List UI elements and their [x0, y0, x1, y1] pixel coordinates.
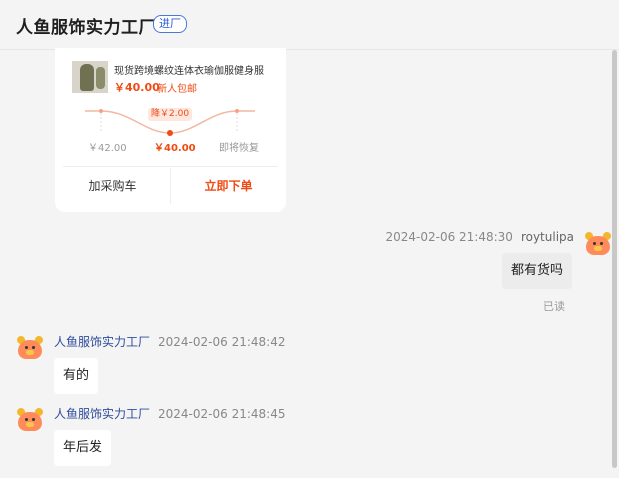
message-meta: 人鱼服饰实力工厂 2024-02-06 21:48:42 [54, 333, 285, 350]
message-time: 2024-02-06 21:48:42 [158, 335, 286, 349]
price-drop-badge: 降￥2.00 [148, 108, 193, 121]
price-point-before [99, 109, 103, 113]
product-price: ￥40.00 [114, 81, 160, 94]
price-point-after [235, 109, 239, 113]
message-time: 2024-02-06 21:48:30 [385, 230, 513, 244]
message-bubble[interactable]: 有的 [54, 358, 99, 394]
message-time: 2024-02-06 21:48:45 [158, 407, 286, 421]
shop-name: 人鱼服饰实力工厂 [16, 18, 156, 38]
message-meta: 2024-02-06 21:48:30 roytulipa [385, 230, 574, 244]
message-bubble[interactable]: 都有货吗 [502, 253, 573, 289]
enter-factory-badge[interactable]: 进厂 [153, 15, 187, 33]
message-meta: 人鱼服饰实力工厂 2024-02-06 21:48:45 [54, 405, 285, 422]
chat-header: 人鱼服饰实力工厂 进厂 [0, 0, 619, 50]
message-bubble[interactable]: 年后发 [54, 430, 112, 466]
sender-name[interactable]: 人鱼服饰实力工厂 [54, 335, 150, 349]
buy-now-button[interactable]: 立即下单 [171, 168, 286, 204]
product-title[interactable]: 现货跨境螺纹连体衣瑜伽服健身服 [114, 62, 274, 77]
sender-name[interactable]: 人鱼服饰实力工厂 [54, 407, 150, 421]
read-status: 已读 [543, 300, 565, 313]
card-divider [63, 166, 278, 167]
free-shipping-tag: 新人包邮 [157, 84, 197, 95]
shop-avatar[interactable] [15, 333, 45, 361]
add-to-cart-button[interactable]: 加采购车 [55, 168, 170, 204]
shop-avatar[interactable] [15, 405, 45, 433]
user-avatar[interactable] [583, 229, 613, 257]
price-label-after: 即将恢复 [219, 143, 259, 154]
price-label-before: ￥42.00 [88, 143, 127, 154]
sender-name: roytulipa [520, 230, 574, 244]
price-point-current [167, 130, 173, 136]
price-label-current: ￥40.00 [154, 143, 196, 154]
product-thumbnail[interactable] [72, 61, 108, 93]
product-card[interactable]: 现货跨境螺纹连体衣瑜伽服健身服 ￥40.00 新人包邮 降￥2.00 ￥42.0… [55, 48, 286, 212]
scrollbar[interactable] [612, 50, 617, 468]
